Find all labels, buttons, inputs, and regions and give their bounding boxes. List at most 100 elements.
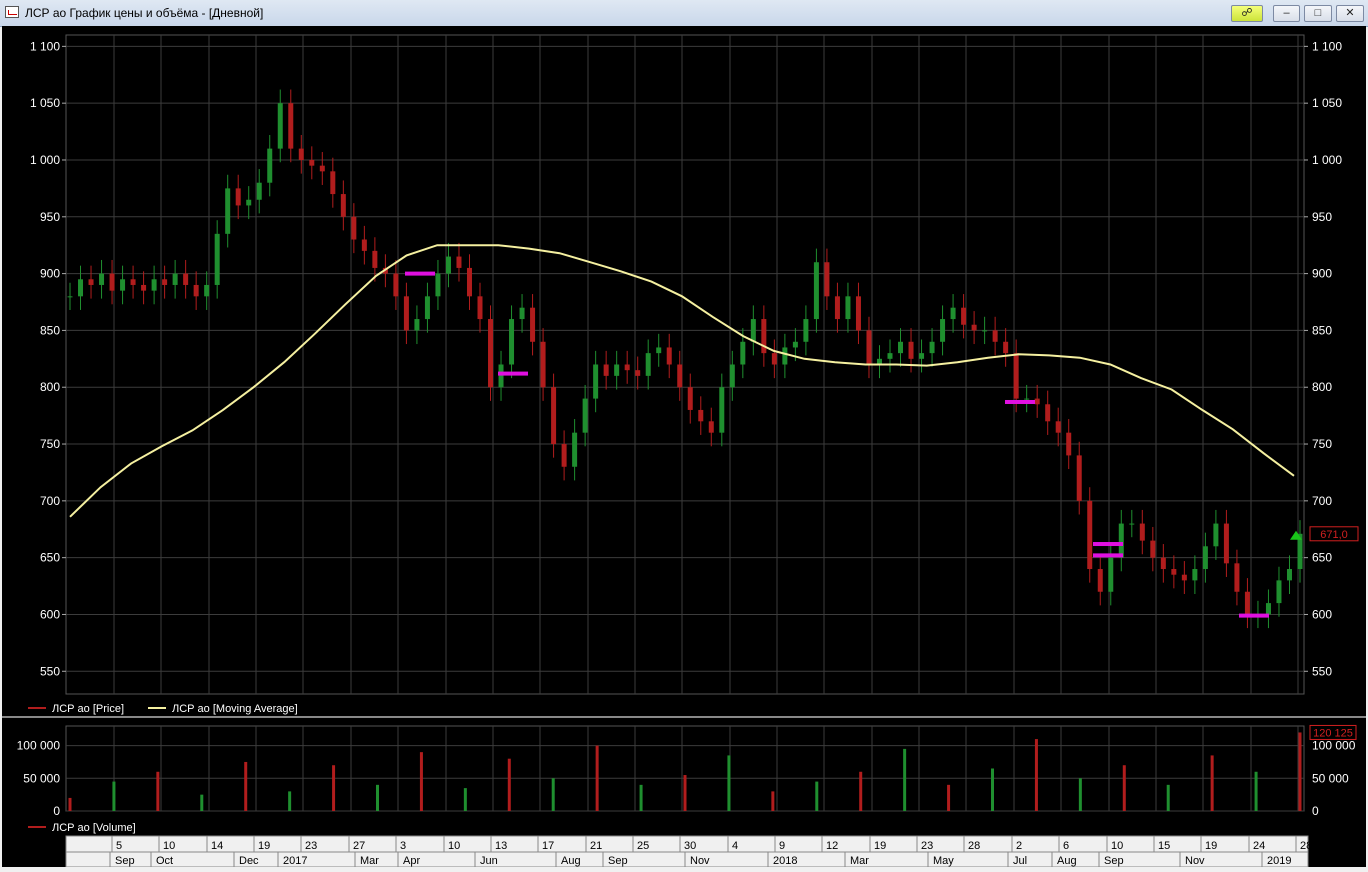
price-panel-frame — [65, 34, 1305, 695]
price-candle — [162, 279, 168, 285]
y-tick-label: 550 — [1312, 664, 1332, 678]
volume-bar — [1254, 771, 1258, 811]
price-candle — [750, 319, 756, 342]
price-candle — [603, 364, 609, 376]
price-candle — [1055, 421, 1061, 433]
price-candle — [435, 273, 441, 297]
volume-bar — [112, 781, 116, 811]
signal-marker — [1005, 399, 1035, 404]
price-candle — [1024, 398, 1030, 400]
time-axis-day-label: 24 — [1253, 840, 1265, 852]
y-tick-label: 1 050 — [30, 96, 60, 110]
time-axis-day-label: 21 — [590, 840, 602, 852]
time-axis-day-label: 15 — [1158, 840, 1170, 852]
price-candle — [645, 353, 651, 376]
volume-bar — [727, 755, 731, 811]
price-candle — [845, 296, 851, 320]
price-candle — [1034, 398, 1040, 405]
time-axis-month-label: Dec — [239, 855, 259, 867]
volume-bar — [376, 784, 379, 811]
price-candle — [1265, 603, 1271, 615]
volume-bar — [1078, 778, 1082, 811]
price-candle — [424, 296, 430, 320]
price-candle — [1076, 455, 1082, 501]
time-axis-day-label: 3 — [400, 840, 406, 852]
price-candle — [708, 421, 714, 433]
y-tick-label: 600 — [1312, 607, 1332, 621]
price-candle — [1097, 569, 1103, 592]
time-axis-day-label: 10 — [1111, 840, 1123, 852]
close-button[interactable]: ✕ — [1336, 5, 1364, 22]
time-axis-day-label: 5 — [116, 840, 122, 852]
price-candle — [803, 319, 809, 342]
price-candle — [687, 387, 693, 410]
chart-area[interactable]: 1 100 1 100 1 050 1 050 1 000 1 000 950 950 900 9… — [2, 26, 1366, 868]
price-candle — [1108, 557, 1114, 592]
price-candle — [1150, 540, 1156, 558]
price-candle — [940, 319, 946, 342]
time-axis-day-label: 19 — [258, 840, 270, 852]
y-tick-label: 750 — [1312, 437, 1332, 451]
time-axis-day-label: 4 — [732, 840, 738, 852]
price-candle — [204, 284, 210, 297]
time-axis-month-label: Aug — [1057, 855, 1077, 867]
time-axis-month-label: Nov — [690, 855, 710, 867]
volume-bar — [332, 765, 336, 811]
y-tick-label: 800 — [40, 380, 60, 394]
window-title: ЛСР ао График цены и объёма - [Дневной] — [25, 6, 264, 20]
time-axis-month-label: Jun — [480, 855, 498, 867]
volume-tick-label: 0 — [53, 804, 60, 818]
link-icon[interactable]: ☍ — [1231, 5, 1263, 22]
volume-bar — [1166, 784, 1170, 811]
volume-bar — [859, 771, 863, 811]
price-candle — [99, 273, 105, 285]
price-candle — [267, 148, 273, 183]
y-tick-label: 700 — [1312, 494, 1332, 508]
price-candle — [445, 256, 451, 274]
y-tick-label: 1 000 — [1312, 153, 1342, 167]
price-candle — [656, 347, 662, 354]
price-candle — [141, 284, 147, 291]
price-candle — [67, 296, 73, 298]
price-candle — [740, 341, 746, 365]
time-axis-day-label: 17 — [542, 840, 554, 852]
time-axis-month-label: Apr — [403, 855, 420, 867]
maximize-button[interactable]: □ — [1304, 5, 1332, 22]
last-volume-label: 120 125 — [1313, 727, 1353, 739]
volume-tick-label: 100 000 — [17, 739, 61, 753]
price-candle — [256, 182, 262, 200]
time-axis-month-label: Sep — [608, 855, 628, 867]
time-axis-day-label: 23 — [921, 840, 933, 852]
y-tick-label: 850 — [1312, 323, 1332, 337]
price-candle — [414, 319, 420, 331]
time-axis-month-label: May — [933, 855, 954, 867]
price-candle — [898, 341, 904, 354]
price-candle — [509, 319, 515, 365]
price-candle — [130, 279, 136, 285]
price-candle — [834, 296, 840, 320]
price-candle — [1129, 523, 1135, 525]
price-candle — [551, 387, 557, 445]
price-candle — [929, 341, 935, 354]
time-axis-month-label: 2018 — [773, 855, 797, 867]
volume-bar — [419, 752, 423, 811]
time-axis-month-label: Nov — [1185, 855, 1205, 867]
volume-bar — [68, 797, 72, 811]
price-candle — [971, 324, 977, 331]
minimize-button[interactable]: ‒ — [1273, 5, 1300, 22]
price-candle — [729, 364, 735, 388]
legend-ma-label: ЛСР ао [Moving Average] — [172, 703, 298, 715]
signal-marker — [405, 271, 435, 276]
price-candle — [561, 444, 567, 467]
time-axis-day-label: 2 — [1016, 840, 1022, 852]
price-candle — [488, 319, 494, 388]
price-candle — [477, 296, 483, 320]
price-candle — [698, 409, 704, 422]
time-axis-month-label: Mar — [850, 855, 869, 867]
y-tick-label: 1 100 — [30, 39, 60, 53]
price-candle — [235, 188, 241, 206]
time-axis-day-label: 28 — [968, 840, 980, 852]
price-candle — [372, 250, 378, 268]
price-volume-chart[interactable]: 1 100 1 1001 050 1 0501 000 1 000950 950900 9… — [2, 26, 1366, 868]
price-candle — [530, 307, 536, 342]
